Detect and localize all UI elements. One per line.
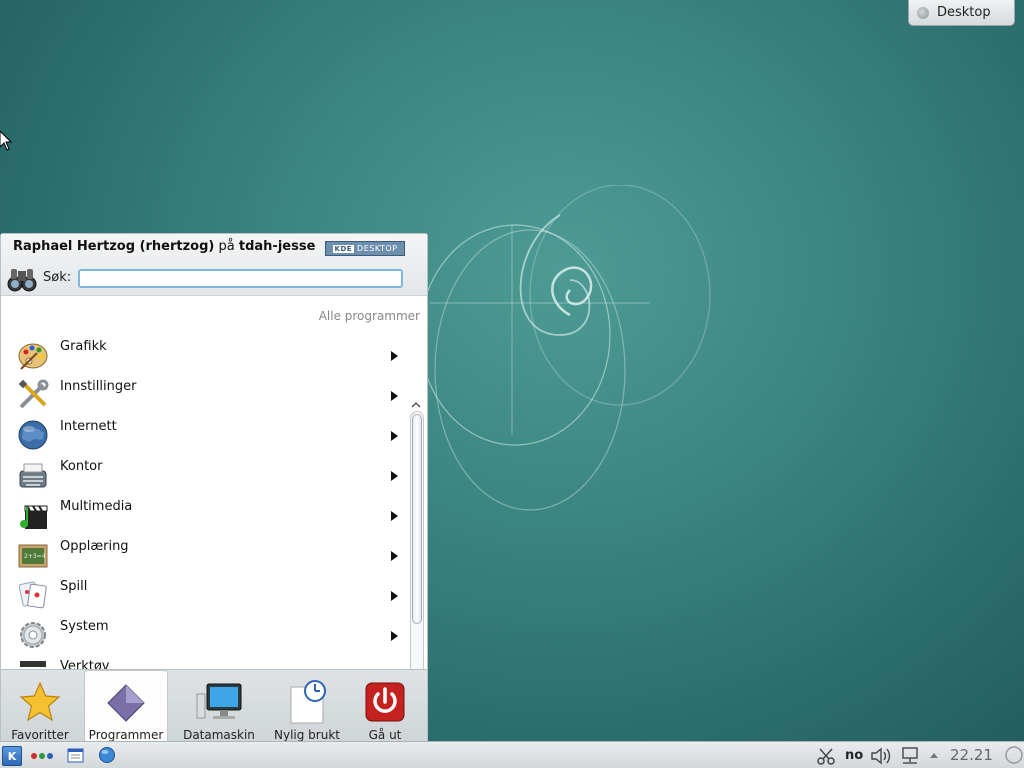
debian-swirl-logo bbox=[420, 185, 711, 511]
activities-icon[interactable] bbox=[30, 751, 54, 761]
monitor-icon bbox=[196, 683, 242, 719]
menu-list-area: Alle programmer Grafikk Innstillinger In… bbox=[1, 296, 427, 669]
binoculars-icon bbox=[7, 269, 37, 292]
application-launcher: Raphael Hertzog (rhertzog) på tdah-jesse… bbox=[0, 233, 428, 742]
menu-item-spill[interactable]: Spill bbox=[1, 577, 406, 617]
chevron-right-icon bbox=[391, 351, 398, 361]
tab-label: Programmer bbox=[88, 728, 164, 742]
launcher-tab-bar: Favoritter Programmer Datamaskin Nylig b… bbox=[1, 669, 427, 742]
launcher-header: Raphael Hertzog (rhertzog) på tdah-jesse… bbox=[1, 234, 427, 296]
menu-item-label: System bbox=[60, 619, 109, 634]
tab-label: Datamaskin bbox=[183, 728, 255, 742]
kde-menu-button[interactable]: K bbox=[2, 746, 22, 766]
chalkboard-icon: 2+3=4 bbox=[18, 544, 48, 568]
chevron-right-icon bbox=[391, 431, 398, 441]
star-icon bbox=[19, 681, 61, 722]
diamond-icon bbox=[107, 683, 145, 722]
menu-item-multimedia[interactable]: Multimedia bbox=[1, 497, 406, 537]
clock[interactable]: 22.21 bbox=[950, 746, 993, 764]
desktop-tab-label: Desktop bbox=[937, 5, 991, 20]
scrollbar-thumb[interactable] bbox=[412, 414, 422, 624]
clipboard-scissors-icon[interactable] bbox=[817, 747, 835, 765]
tab-label: Nylig brukt bbox=[274, 728, 340, 742]
menu-item-verktoy[interactable]: Verktøy bbox=[1, 657, 406, 669]
typewriter-icon bbox=[19, 463, 47, 488]
keyboard-layout-indicator[interactable]: no bbox=[845, 748, 863, 763]
svg-text:2+3=4: 2+3=4 bbox=[24, 553, 46, 560]
kde-desktop-badge: KDE DESKTOP bbox=[325, 241, 405, 256]
menu-item-label: Multimedia bbox=[60, 499, 133, 514]
menu-item-label: Kontor bbox=[60, 459, 103, 474]
menu-item-system[interactable]: System bbox=[1, 617, 406, 657]
menu-item-kontor[interactable]: Kontor bbox=[1, 457, 406, 497]
taskbar: K no 22.21 bbox=[0, 741, 1024, 768]
palette-icon bbox=[18, 343, 48, 370]
menu-item-internett[interactable]: Internett bbox=[1, 417, 406, 457]
menu-item-opplaering[interactable]: 2+3=4 Opplæring bbox=[1, 537, 406, 577]
globe-icon bbox=[18, 420, 48, 450]
utilities-icon bbox=[20, 661, 46, 667]
host-name: tdah-jesse bbox=[238, 239, 316, 254]
tab-ga-ut[interactable]: Gå ut bbox=[353, 670, 417, 742]
menu-item-label: Verktøy bbox=[60, 659, 110, 669]
all-programs-breadcrumb[interactable]: Alle programmer bbox=[319, 309, 420, 323]
chevron-right-icon bbox=[391, 511, 398, 521]
mouse-cursor-icon bbox=[0, 131, 12, 151]
menu-item-label: Internett bbox=[60, 419, 117, 434]
show-desktop-icon[interactable] bbox=[67, 747, 84, 764]
search-label: Søk: bbox=[43, 270, 72, 285]
tab-label: Favoritter bbox=[11, 728, 69, 742]
tab-label: Gå ut bbox=[368, 728, 402, 742]
menu-item-label: Opplæring bbox=[60, 539, 129, 554]
menu-item-grafikk[interactable]: Grafikk bbox=[1, 337, 406, 377]
menu-item-label: Innstillinger bbox=[60, 379, 137, 394]
clapperboard-icon bbox=[20, 505, 48, 529]
chevron-right-icon bbox=[391, 591, 398, 601]
menu-item-label: Grafikk bbox=[60, 339, 107, 354]
globe-browser-icon[interactable] bbox=[98, 746, 116, 764]
chevron-right-icon bbox=[391, 551, 398, 561]
chevron-right-icon bbox=[391, 391, 398, 401]
desktop-containment-tab[interactable]: Desktop bbox=[908, 0, 1015, 26]
scroll-up-icon[interactable] bbox=[411, 401, 421, 409]
user-host-title: Raphael Hertzog (rhertzog) på tdah-jesse bbox=[13, 239, 315, 254]
tab-favoritter[interactable]: Favoritter bbox=[1, 670, 79, 742]
tab-programmer[interactable]: Programmer bbox=[84, 670, 168, 742]
tray-expand-icon[interactable] bbox=[929, 751, 939, 759]
menu-item-label: Spill bbox=[60, 579, 88, 594]
search-input[interactable] bbox=[78, 269, 403, 288]
user-name: Raphael Hertzog (rhertzog) bbox=[13, 239, 215, 254]
panel-cashew-icon[interactable] bbox=[1004, 745, 1024, 765]
kde-logo: KDE bbox=[332, 244, 355, 253]
chevron-right-icon bbox=[391, 631, 398, 641]
tab-datamaskin[interactable]: Datamaskin bbox=[179, 670, 259, 742]
scrollbar-track[interactable] bbox=[410, 411, 424, 669]
tools-icon bbox=[18, 379, 49, 409]
gear-icon bbox=[20, 622, 46, 648]
kde-k-icon: K bbox=[7, 749, 17, 763]
network-icon[interactable] bbox=[900, 746, 920, 766]
cards-icon bbox=[18, 581, 47, 609]
volume-icon[interactable] bbox=[870, 746, 892, 766]
tab-nylig-brukt[interactable]: Nylig brukt bbox=[271, 670, 343, 742]
menu-item-innstillinger[interactable]: Innstillinger bbox=[1, 377, 406, 417]
power-icon bbox=[365, 682, 405, 722]
clock-document-icon bbox=[290, 680, 326, 724]
user-preposition: på bbox=[218, 239, 235, 254]
chevron-right-icon bbox=[391, 471, 398, 481]
cashew-icon bbox=[917, 6, 929, 19]
kde-badge-text: DESKTOP bbox=[357, 244, 398, 253]
